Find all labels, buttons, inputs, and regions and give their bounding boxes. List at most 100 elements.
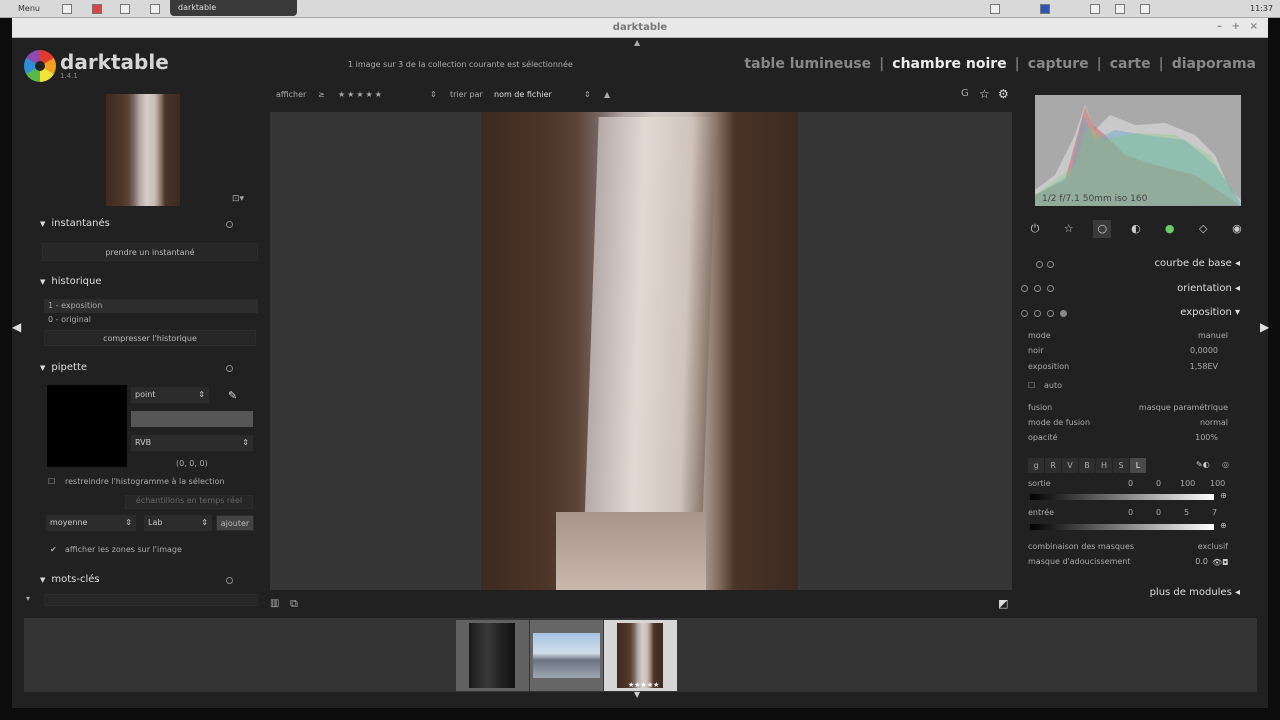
rating-filter[interactable]: ★★★★★ (338, 90, 384, 99)
module-preset-icon[interactable] (1034, 310, 1041, 317)
add-sample-button[interactable]: ajouter (216, 515, 254, 531)
main-image[interactable] (481, 112, 798, 590)
channel-tab-r[interactable]: R (1045, 458, 1061, 473)
view-lighttable[interactable]: table lumineuse (744, 56, 871, 72)
color-model-select[interactable]: RVB ⇕ (131, 435, 253, 451)
channel-tab-h[interactable]: H (1096, 458, 1112, 473)
app-launcher-icon[interactable] (62, 4, 72, 14)
navigation-thumbnail[interactable] (106, 94, 180, 206)
filmstrip-thumbnail-selected[interactable]: ★★★★★ (604, 620, 677, 691)
close-button[interactable]: × (1250, 21, 1258, 32)
module-reset-icon[interactable] (1047, 310, 1054, 317)
app-launcher-icon[interactable] (92, 4, 102, 14)
view-map[interactable]: carte (1110, 56, 1151, 72)
module-reset-icon[interactable] (1047, 285, 1054, 292)
channel-tab-b[interactable]: B (1079, 458, 1095, 473)
invert-input-icon[interactable]: ⊕ (1220, 521, 1227, 530)
tags-entry[interactable] (44, 594, 258, 606)
history-item[interactable]: 1 - exposition (44, 299, 258, 313)
filmstrip-thumbnail[interactable] (530, 620, 603, 691)
power-icon[interactable]: ⏻ (1026, 220, 1044, 238)
tray-icon[interactable] (1140, 4, 1150, 14)
volume-icon[interactable] (1115, 4, 1125, 14)
zoom-selector-icon[interactable]: ⊡▾ (232, 194, 244, 204)
opacity-slider[interactable]: opacité 100% (1028, 433, 1234, 445)
mask-combine-select[interactable]: combinaison des masques exclusif (1028, 542, 1234, 554)
module-enable-icon[interactable] (1021, 285, 1028, 292)
star-icon[interactable]: ☆ (1060, 220, 1078, 238)
channel-tab-g[interactable]: g (1028, 458, 1044, 473)
collapse-top-arrow-icon[interactable]: ▲ (634, 38, 640, 47)
history-header[interactable]: ▼ historique (40, 276, 101, 287)
app-launcher-icon[interactable] (120, 4, 130, 14)
invert-output-icon[interactable]: ⊕ (1220, 491, 1227, 500)
keyboard-layout-icon[interactable] (1040, 4, 1050, 14)
view-tethering[interactable]: capture (1028, 56, 1089, 72)
module-multi-instance-icon[interactable] (1060, 310, 1067, 317)
restrict-checkbox[interactable]: ☐ (48, 477, 55, 486)
more-modules[interactable]: plus de modules ◂ (1150, 587, 1240, 598)
view-slideshow[interactable]: diaporama (1172, 56, 1256, 72)
exposure-slider[interactable]: exposition 1,58EV (1028, 362, 1234, 374)
picker-mode-select[interactable]: point ⇕ (131, 387, 209, 403)
minimize-button[interactable]: – (1217, 21, 1222, 32)
correction-icon[interactable]: ◇ (1194, 220, 1212, 238)
compress-history-button[interactable]: compresser l'historique (44, 330, 256, 346)
sort-select[interactable]: nom de fichier (494, 90, 552, 99)
scroll-down-icon[interactable]: ▾ (26, 594, 30, 603)
channel-tab-s[interactable]: S (1113, 458, 1129, 473)
gear-icon[interactable]: ⚙ (998, 87, 1009, 101)
mode-row[interactable]: mode manuel (1028, 331, 1234, 343)
module-reset-icon[interactable] (226, 365, 233, 372)
channel-tab-v[interactable]: V (1062, 458, 1078, 473)
sort-select-arrow-icon[interactable]: ⇕ (584, 90, 591, 99)
quick-access-icon[interactable]: ⧉ (290, 597, 298, 611)
styles-icon[interactable]: ▥ (270, 598, 279, 609)
grouping-icon[interactable]: G (961, 88, 969, 99)
module-reset-icon[interactable] (226, 577, 233, 584)
system-menu[interactable]: Menu (18, 4, 40, 13)
color-picker-icon[interactable]: ✎ (228, 389, 237, 402)
sort-order-icon[interactable]: ▲ (604, 90, 610, 99)
live-samples-button[interactable]: échantillons en temps réel (125, 495, 253, 509)
output-gradient-slider[interactable] (1030, 494, 1214, 500)
module-enable-icon[interactable] (1021, 310, 1028, 317)
tone-icon[interactable]: ◐ (1127, 220, 1145, 238)
pipette-header[interactable]: ▼ pipette (40, 362, 87, 373)
histogram[interactable] (1035, 95, 1241, 206)
auto-checkbox[interactable]: ☐ (1028, 381, 1035, 390)
fusion-select[interactable]: fusion masque paramétrique (1028, 403, 1234, 415)
collapse-left-arrow-icon[interactable]: ◀ (12, 320, 21, 334)
tray-icon[interactable] (990, 4, 1000, 14)
overexposed-toggle-icon[interactable]: ◩ (998, 597, 1008, 610)
soften-mask-slider[interactable]: masque d'adoucissement 0.0 (1028, 557, 1234, 569)
collapse-bottom-arrow-icon[interactable]: ▼ (634, 690, 640, 699)
color-icon[interactable]: ● (1161, 220, 1179, 238)
channel-tab-l[interactable]: L (1130, 458, 1146, 473)
collapse-right-arrow-icon[interactable]: ▶ (1260, 320, 1269, 334)
take-snapshot-button[interactable]: prendre un instantané (42, 243, 258, 261)
input-gradient-slider[interactable] (1030, 524, 1214, 530)
tray-icon[interactable] (1090, 4, 1100, 14)
colorspace-select[interactable]: Lab ⇕ (144, 515, 212, 531)
circle-icon[interactable]: ○ (1093, 220, 1112, 238)
blend-mode-select[interactable]: mode de fusion normal (1028, 418, 1234, 430)
thumbnail-stars[interactable]: ★★★★★ (628, 681, 659, 689)
star-icon[interactable]: ☆ (979, 87, 990, 101)
history-item[interactable]: 0 - original (44, 313, 258, 327)
app-launcher-icon[interactable] (150, 4, 160, 14)
module-reset-icon[interactable] (226, 221, 233, 228)
filmstrip-thumbnail[interactable] (456, 620, 529, 691)
filter-compare-select[interactable]: ≥ (318, 90, 325, 99)
snapshots-header[interactable]: ▼ instantanés (40, 218, 110, 229)
module-enable-icon[interactable] (1036, 261, 1043, 268)
statistic-select[interactable]: moyenne ⇕ (46, 515, 136, 531)
taskbar-darktable[interactable]: darktable (170, 0, 297, 16)
module-preset-icon[interactable] (1034, 285, 1041, 292)
black-slider[interactable]: noir 0,0000 (1028, 346, 1234, 358)
picker-area-field[interactable] (131, 411, 253, 427)
tags-header[interactable]: ▼ mots-clés (40, 574, 100, 585)
module-base-curve[interactable]: courbe de base ◂ (1155, 258, 1240, 269)
effects-icon[interactable]: ◉ (1228, 220, 1246, 238)
maximize-button[interactable]: + (1232, 21, 1240, 32)
